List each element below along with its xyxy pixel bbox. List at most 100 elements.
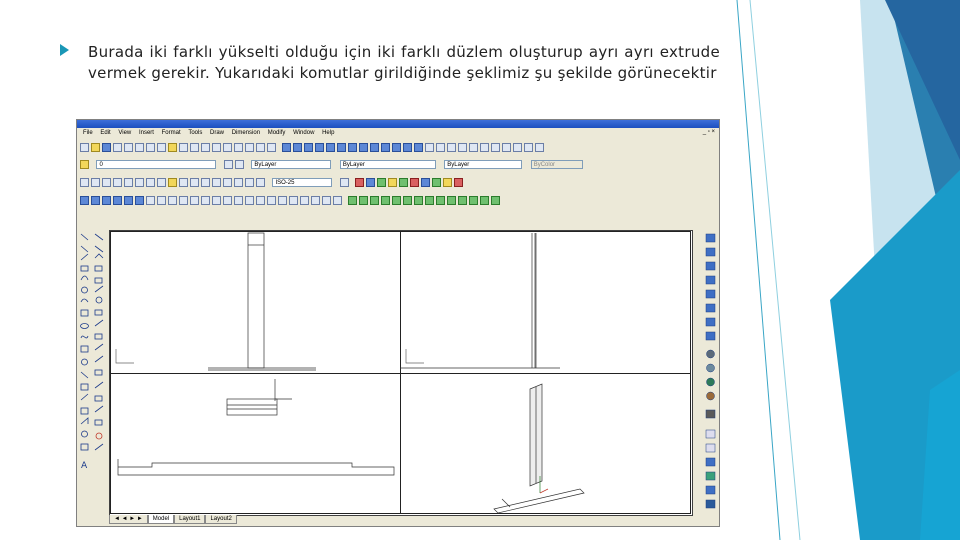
tab-nav-arrows[interactable]: ◄ ◄ ► ►: [109, 515, 148, 524]
dim-text-edit-icon[interactable]: [245, 178, 254, 187]
delete-face-icon[interactable]: [300, 196, 309, 205]
dim-angular-icon[interactable]: [157, 178, 166, 187]
zoom-previous-icon[interactable]: [234, 143, 243, 152]
menu-tools[interactable]: Tools: [188, 128, 202, 139]
ucs-apply-icon[interactable]: [414, 143, 424, 152]
render-icon-9[interactable]: [443, 178, 453, 187]
render-icon-3[interactable]: [377, 178, 387, 187]
render-icon-7[interactable]: [421, 178, 431, 187]
viewport-drawings[interactable]: [110, 231, 692, 515]
ucs-x-icon[interactable]: [381, 143, 391, 152]
tab-layout1[interactable]: Layout1: [174, 515, 206, 524]
shade-icon-11[interactable]: [458, 196, 468, 205]
shade-icon-10[interactable]: [447, 196, 457, 205]
ucs-view-icon[interactable]: [337, 143, 347, 152]
paste-icon[interactable]: [157, 143, 166, 152]
setup-view-icon[interactable]: [212, 196, 221, 205]
shade-icon-2[interactable]: [359, 196, 369, 205]
cone-icon[interactable]: [113, 196, 122, 205]
quick-leader-icon[interactable]: [201, 178, 210, 187]
match-properties-icon[interactable]: [168, 143, 177, 152]
shade-icon-3[interactable]: [370, 196, 380, 205]
render-icon-8[interactable]: [432, 178, 442, 187]
view-bottom-icon[interactable]: [447, 143, 457, 152]
quick-dim-icon[interactable]: [168, 178, 177, 187]
move-face-icon[interactable]: [278, 196, 287, 205]
dim-jogged-icon[interactable]: [135, 178, 144, 187]
view-se-icon[interactable]: [513, 143, 523, 152]
tool-palette-icon[interactable]: [267, 143, 276, 152]
lineweight-combo[interactable]: ByLayer: [444, 160, 523, 169]
menu-help[interactable]: Help: [322, 128, 334, 139]
view-top-icon[interactable]: [436, 143, 446, 152]
menu-edit[interactable]: Edit: [100, 128, 110, 139]
view-left-icon[interactable]: [458, 143, 468, 152]
tolerance-icon[interactable]: [212, 178, 221, 187]
menu-dimension[interactable]: Dimension: [232, 128, 260, 139]
intersect-icon[interactable]: [256, 196, 265, 205]
rotate-face-icon[interactable]: [311, 196, 320, 205]
layer-combo[interactable]: 0: [96, 160, 217, 169]
render-icon-1[interactable]: [355, 178, 365, 187]
print-icon[interactable]: [113, 143, 122, 152]
menu-insert[interactable]: Insert: [139, 128, 154, 139]
ucs-origin-icon[interactable]: [348, 143, 358, 152]
preview-icon[interactable]: [124, 143, 133, 152]
taper-face-icon[interactable]: [322, 196, 331, 205]
extrude-face-icon[interactable]: [267, 196, 276, 205]
view-sw-icon[interactable]: [502, 143, 512, 152]
new-icon[interactable]: [80, 143, 89, 152]
drawing-area[interactable]: [109, 230, 693, 516]
view-front-icon[interactable]: [480, 143, 490, 152]
setup-profile-icon[interactable]: [223, 196, 232, 205]
ucs-world-icon[interactable]: [293, 143, 303, 152]
center-mark-icon[interactable]: [223, 178, 232, 187]
dim-baseline-icon[interactable]: [179, 178, 188, 187]
dim-linear-icon[interactable]: [80, 178, 89, 187]
shade-icon-1[interactable]: [348, 196, 358, 205]
shade-icon-9[interactable]: [436, 196, 446, 205]
shade-icon-14[interactable]: [491, 196, 501, 205]
menu-view[interactable]: View: [118, 128, 131, 139]
section-icon[interactable]: [179, 196, 188, 205]
copy-icon[interactable]: [146, 143, 155, 152]
revolve-icon[interactable]: [157, 196, 166, 205]
render-icon-4[interactable]: [388, 178, 398, 187]
ucs-icon[interactable]: [282, 143, 292, 152]
save-icon[interactable]: [102, 143, 111, 152]
dim-update-icon[interactable]: [256, 178, 265, 187]
dim-ordinate-icon[interactable]: [113, 178, 122, 187]
ucs-previous-icon[interactable]: [304, 143, 314, 152]
cut-icon[interactable]: [135, 143, 144, 152]
view-back-icon[interactable]: [491, 143, 501, 152]
shade-icon-12[interactable]: [469, 196, 479, 205]
render-icon-5[interactable]: [399, 178, 409, 187]
menu-format[interactable]: Format: [162, 128, 181, 139]
layer-manager-icon[interactable]: [80, 160, 89, 169]
render-icon-2[interactable]: [366, 178, 376, 187]
shade-icon-13[interactable]: [480, 196, 490, 205]
layer-previous-icon[interactable]: [234, 160, 244, 169]
ucs-z-icon[interactable]: [403, 143, 413, 152]
extrude-icon[interactable]: [146, 196, 155, 205]
ucs-3point-icon[interactable]: [370, 143, 380, 152]
open-icon[interactable]: [91, 143, 100, 152]
menu-file[interactable]: File: [83, 128, 93, 139]
wedge-icon[interactable]: [124, 196, 133, 205]
ucs-face-icon[interactable]: [315, 143, 325, 152]
dim-continue-icon[interactable]: [190, 178, 199, 187]
properties-icon[interactable]: [245, 143, 254, 152]
render-icon-10[interactable]: [454, 178, 464, 187]
shade-icon-5[interactable]: [392, 196, 402, 205]
menu-draw[interactable]: Draw: [210, 128, 224, 139]
design-center-icon[interactable]: [256, 143, 265, 152]
tab-layout2[interactable]: Layout2: [205, 515, 237, 524]
view-nw-icon[interactable]: [535, 143, 545, 152]
color-bylayer-combo[interactable]: ByLayer: [251, 160, 332, 169]
box-icon[interactable]: [80, 196, 89, 205]
subtract-icon[interactable]: [245, 196, 254, 205]
dim-radius-icon[interactable]: [124, 178, 133, 187]
draw-modify-toolbars[interactable]: A: [79, 230, 107, 480]
zoom-window-icon[interactable]: [223, 143, 232, 152]
slice-icon[interactable]: [168, 196, 177, 205]
